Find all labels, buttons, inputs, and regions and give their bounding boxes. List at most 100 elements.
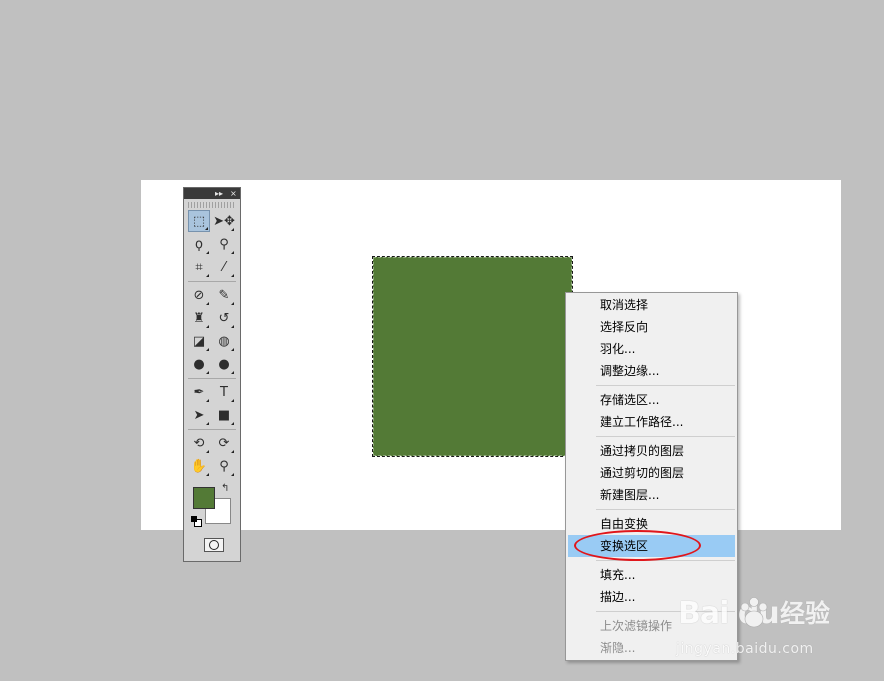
tool-grid: ⬚ ➤✥ ϙ ⚲ ⌗ ⁄ ⊘ ✎ ♜ ↺ ◪ ◍ ● ● ✒ T ➤ ■ ⟲ ⟳ ✋ ⚲ xyxy=(184,210,240,478)
3d-orbit-tool[interactable]: ⟳ xyxy=(213,432,235,454)
hand-icon: ✋ xyxy=(190,458,208,474)
tool-row: ⌗ ⁄ xyxy=(184,256,240,279)
brush-dotted-icon: ⚲ xyxy=(219,236,229,252)
crop-tool[interactable]: ⌗ xyxy=(188,256,210,278)
panel-grip[interactable] xyxy=(188,202,236,208)
flyout-indicator-icon xyxy=(231,348,234,351)
flyout-indicator-icon xyxy=(231,302,234,305)
history-brush-icon: ↺ xyxy=(218,310,230,326)
menu-separator xyxy=(596,385,735,386)
tool-row: ◪ ◍ xyxy=(184,330,240,353)
magnifier-dark-icon: ● xyxy=(218,356,230,372)
close-panel-icon[interactable]: × xyxy=(230,188,237,199)
eraser-icon: ◪ xyxy=(192,333,206,349)
flyout-indicator-icon xyxy=(205,227,208,230)
tool-row: ϙ ⚲ xyxy=(184,233,240,256)
menu-item[interactable]: 建立工作路径... xyxy=(568,411,735,433)
pen-icon: ✒ xyxy=(193,384,205,400)
lasso-icon: ϙ xyxy=(195,236,203,252)
paint-bucket-tool[interactable]: ◍ xyxy=(213,330,235,352)
toolbox-separator xyxy=(188,378,236,379)
toolbox-separator xyxy=(188,429,236,430)
flyout-indicator-icon xyxy=(231,371,234,374)
flyout-indicator-icon xyxy=(231,228,234,231)
rect-marquee-tool[interactable]: ⬚ xyxy=(188,210,210,232)
menu-item[interactable]: 调整边缘... xyxy=(568,360,735,382)
flyout-indicator-icon xyxy=(231,251,234,254)
menu-item[interactable]: 存储选区... xyxy=(568,389,735,411)
flyout-indicator-icon xyxy=(231,473,234,476)
3d-rotate-tool[interactable]: ⟲ xyxy=(188,432,210,454)
hand-tool[interactable]: ✋ xyxy=(188,455,210,477)
tool-row: ✒ T xyxy=(184,381,240,404)
zoom-tool[interactable]: ⚲ xyxy=(213,455,235,477)
path-selection-tool[interactable]: ➤ xyxy=(188,404,210,426)
menu-item[interactable]: 填充... xyxy=(568,564,735,586)
bandage-icon: ⊘ xyxy=(193,287,205,303)
flyout-indicator-icon xyxy=(231,450,234,453)
pen-tool[interactable]: ✒ xyxy=(188,381,210,403)
rectangle-shape-tool[interactable]: ■ xyxy=(213,404,235,426)
flyout-indicator-icon xyxy=(206,422,209,425)
menu-separator xyxy=(596,611,735,612)
tools-panel-titlebar[interactable]: ▸▸ × xyxy=(184,188,240,199)
menu-item[interactable]: 新建图层... xyxy=(568,484,735,506)
move-tool[interactable]: ➤✥ xyxy=(213,210,235,232)
menu-item[interactable]: 渐隐... xyxy=(568,637,735,659)
flyout-indicator-icon xyxy=(206,325,209,328)
context-menu: 取消选择 选择反向 羽化... 调整边缘... 存储选区... 建立工作路径... 通过拷贝… xyxy=(565,292,738,661)
flyout-indicator-icon xyxy=(231,274,234,277)
menu-item[interactable]: 羽化... xyxy=(568,338,735,360)
menu-item[interactable]: 描边... xyxy=(568,586,735,608)
flyout-indicator-icon xyxy=(206,450,209,453)
blur-tool[interactable]: ● xyxy=(188,353,210,375)
drop-icon: ● xyxy=(193,356,205,372)
tool-row: ● ● xyxy=(184,353,240,376)
dodge-tool[interactable]: ● xyxy=(213,353,235,375)
menu-item[interactable]: 通过拷贝的图层 xyxy=(568,440,735,462)
flyout-indicator-icon xyxy=(231,422,234,425)
collapse-panel-icon[interactable]: ▸▸ xyxy=(215,188,223,199)
quick-selection-tool[interactable]: ⚲ xyxy=(213,233,235,255)
flyout-indicator-icon xyxy=(206,251,209,254)
menu-separator xyxy=(596,436,735,437)
magnifier-icon: ⚲ xyxy=(219,458,229,474)
healing-brush-tool[interactable]: ⊘ xyxy=(188,284,210,306)
3d-orbit-icon: ⟳ xyxy=(218,435,230,451)
history-brush-tool[interactable]: ↺ xyxy=(213,307,235,329)
menu-item[interactable]: 上次滤镜操作 xyxy=(568,615,735,637)
menu-separator xyxy=(596,509,735,510)
flyout-indicator-icon xyxy=(206,302,209,305)
type-T-icon: T xyxy=(220,384,228,400)
brush-tool[interactable]: ✎ xyxy=(213,284,235,306)
type-tool[interactable]: T xyxy=(213,381,235,403)
rectangle-icon: ■ xyxy=(217,407,231,423)
eyedropper-tool[interactable]: ⁄ xyxy=(213,256,235,278)
paw-icon xyxy=(740,597,768,628)
swap-colors-icon[interactable]: ↰ xyxy=(221,483,229,494)
arrow-move-icon: ➤✥ xyxy=(213,213,235,229)
menu-item[interactable]: 变换选区 xyxy=(568,535,735,557)
tool-row: ➤ ■ xyxy=(184,404,240,427)
menu-item[interactable]: 自由变换 xyxy=(568,513,735,535)
default-colors-icon[interactable] xyxy=(191,516,202,527)
eraser-tool[interactable]: ◪ xyxy=(188,330,210,352)
menu-item[interactable]: 选择反向 xyxy=(568,316,735,338)
menu-separator xyxy=(596,560,735,561)
tool-row: ⟲ ⟳ xyxy=(184,432,240,455)
menu-item[interactable]: 取消选择 xyxy=(568,294,735,316)
jingyan-brand-text: 经验 xyxy=(780,599,831,628)
menu-item[interactable]: 通过剪切的图层 xyxy=(568,462,735,484)
quick-mask-button[interactable] xyxy=(204,538,224,552)
stamp-icon: ♜ xyxy=(193,310,205,326)
selected-green-rectangle[interactable] xyxy=(372,256,573,457)
lasso-tool[interactable]: ϙ xyxy=(188,233,210,255)
tool-row: ✋ ⚲ xyxy=(184,455,240,478)
eyedropper-icon: ⁄ xyxy=(222,259,226,275)
clone-stamp-tool[interactable]: ♜ xyxy=(188,307,210,329)
bucket-icon: ◍ xyxy=(218,333,230,349)
foreground-color-swatch[interactable] xyxy=(193,487,215,509)
color-swatches: ↰ xyxy=(184,480,240,527)
flyout-indicator-icon xyxy=(231,325,234,328)
tools-panel: ▸▸ × ⬚ ➤✥ ϙ ⚲ ⌗ ⁄ ⊘ ✎ ♜ ↺ ◪ ◍ ● ● ✒ T ➤ ■ ⟲ ⟳ ✋ ⚲ ↰ xyxy=(183,187,241,562)
